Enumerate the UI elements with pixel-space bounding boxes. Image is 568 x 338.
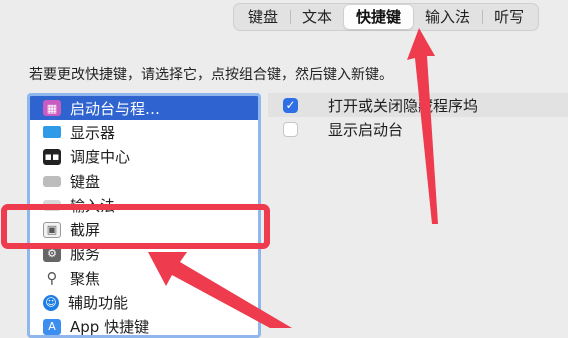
- category-keyboard[interactable]: 键盘: [30, 169, 258, 193]
- category-display[interactable]: 显示器: [30, 120, 258, 144]
- spotlight-icon: ⚲: [46, 269, 58, 288]
- category-accessibility[interactable]: ☺ 辅助功能: [30, 290, 258, 314]
- category-label: 启动台与程…: [70, 99, 161, 118]
- shortcut-row[interactable]: 显示启动台: [268, 117, 568, 141]
- shortcut-label: 打开或关闭隐藏程序坞: [328, 96, 479, 115]
- tab-input-sources[interactable]: 输入法: [413, 5, 482, 29]
- tab-shortcuts[interactable]: 快捷键: [344, 5, 414, 29]
- category-mission-control[interactable]: ▪▪ 调度中心: [30, 145, 258, 169]
- category-label: App 快捷键: [70, 318, 150, 337]
- shortcut-checkbox[interactable]: [283, 121, 298, 137]
- shortcut-row[interactable]: ✓ 打开或关闭隐藏程序坞: [268, 93, 568, 117]
- shortcut-label: 显示启动台: [328, 120, 404, 139]
- shortcut-list: ✓ 打开或关闭隐藏程序坞 显示启动台: [268, 93, 568, 328]
- tab-bar: 键盘 文本 快捷键 输入法 听写: [233, 3, 540, 31]
- app-shortcuts-icon: A: [43, 318, 61, 335]
- accessibility-icon: ☺: [43, 294, 59, 311]
- category-launchpad[interactable]: ▦ 启动台与程…: [30, 96, 258, 121]
- category-label: 调度中心: [70, 148, 131, 167]
- category-label: 显示器: [70, 123, 116, 142]
- shortcut-checkbox[interactable]: ✓: [283, 97, 298, 113]
- launchpad-icon: ▦: [43, 100, 61, 117]
- tab-text[interactable]: 文本: [290, 5, 344, 29]
- category-label: 辅助功能: [68, 294, 129, 313]
- tab-keyboard[interactable]: 键盘: [236, 5, 290, 29]
- category-label: 键盘: [70, 172, 101, 191]
- display-icon: [43, 126, 61, 139]
- keyboard-icon: [43, 175, 61, 187]
- annotation-highlight-box: [1, 204, 270, 249]
- tab-dictation[interactable]: 听写: [482, 5, 536, 29]
- category-spotlight[interactable]: ⚲ 聚焦: [30, 266, 258, 290]
- instruction-text: 若要更改快捷键，请选择它，点按组合键，然后键入新键。: [29, 67, 393, 83]
- category-label: 聚焦: [70, 269, 101, 288]
- category-app-shortcuts[interactable]: A App 快捷键: [30, 315, 258, 337]
- mission-control-icon: ▪▪: [43, 148, 61, 165]
